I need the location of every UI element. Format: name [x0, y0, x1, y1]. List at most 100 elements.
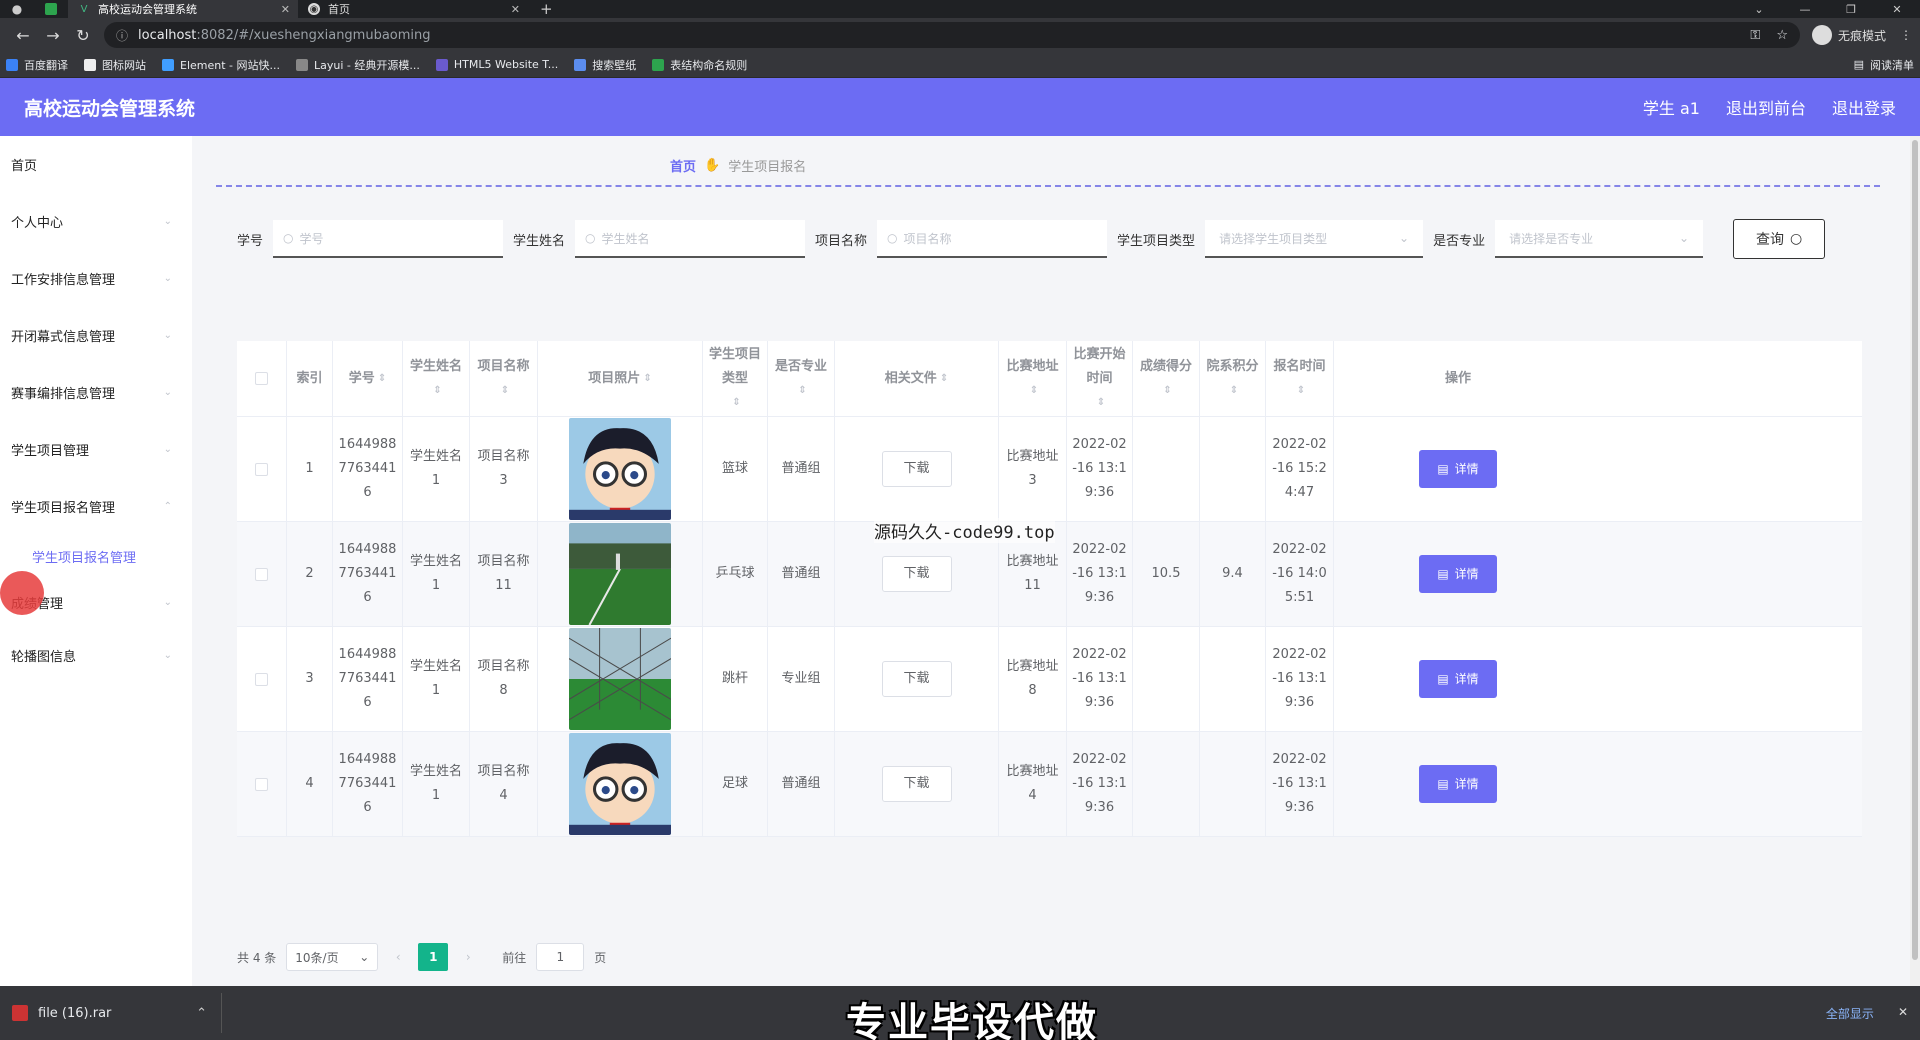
sort-icon[interactable]: ⇕	[501, 379, 509, 403]
detail-button[interactable]: ▤ 详情	[1419, 555, 1497, 593]
tab-home[interactable]: ◉ 首页 ✕	[298, 0, 528, 18]
student-name-input[interactable]: ○ 学生姓名	[575, 220, 806, 258]
breadcrumb-home[interactable]: 首页	[670, 156, 696, 175]
forward-icon[interactable]: →	[38, 26, 68, 45]
logout-link[interactable]: 退出登录	[1832, 95, 1896, 119]
page-scrollbar[interactable]	[1910, 136, 1920, 986]
sort-icon[interactable]: ⇕	[1163, 379, 1171, 403]
sidebar-item-home[interactable]: 首页	[0, 136, 192, 193]
sort-icon[interactable]: ⇕	[940, 367, 948, 391]
url-field[interactable]: ⓘ localhost:8082/#/xueshengxiangmubaomin…	[104, 22, 1800, 48]
key-icon[interactable]: ⚿	[1750, 28, 1760, 43]
col-student-name[interactable]: 学生姓名 ⇕	[403, 341, 470, 416]
sort-icon[interactable]: ⇕	[643, 367, 651, 391]
detail-button[interactable]: ▤ 详情	[1419, 660, 1497, 698]
prev-page-icon[interactable]: ‹	[388, 950, 408, 964]
bookmark-item[interactable]: 图标网站	[84, 57, 146, 73]
sort-icon[interactable]: ⇕	[433, 379, 441, 403]
col-project-photo[interactable]: 项目照片 ⇕	[538, 341, 703, 416]
back-icon[interactable]: ←	[8, 26, 38, 45]
bookmark-item[interactable]: 表结构命名规则	[652, 57, 747, 73]
new-tab-button[interactable]: +	[528, 0, 565, 18]
sidebar-item-student-projects[interactable]: 学生项目管理 ⌄	[0, 421, 192, 478]
sidebar-subitem-signup-management[interactable]: 学生项目报名管理	[0, 535, 192, 577]
select-all-checkbox-cell[interactable]	[237, 341, 287, 416]
sidebar-item-ceremony[interactable]: 开闭幕式信息管理 ⌄	[0, 307, 192, 364]
download-button[interactable]: 下载	[881, 661, 952, 697]
sidebar-item-carousel[interactable]: 轮播图信息 ⌄	[0, 627, 192, 684]
chevron-up-icon[interactable]: ⌃	[196, 1006, 207, 1021]
sort-icon[interactable]: ⇕	[378, 367, 386, 391]
download-item[interactable]: file (16).rar ⌃	[12, 993, 222, 1033]
download-button[interactable]: 下载	[881, 451, 952, 487]
row-checkbox-cell[interactable]	[237, 417, 287, 521]
row-checkbox-cell[interactable]	[237, 627, 287, 731]
col-score[interactable]: 成绩得分 ⇕	[1133, 341, 1200, 416]
checkbox[interactable]	[255, 777, 268, 791]
show-all-downloads-link[interactable]: 全部显示	[1826, 1005, 1874, 1022]
sidebar-item-work-schedule[interactable]: 工作安排信息管理 ⌄	[0, 250, 192, 307]
col-start-time[interactable]: 比赛开始时间 ⇕	[1067, 341, 1133, 416]
bookmark-item[interactable]: Layui - 经典开源模...	[296, 57, 420, 73]
reload-icon[interactable]: ↻	[68, 26, 98, 45]
checkbox[interactable]	[255, 672, 268, 686]
checkbox[interactable]	[255, 372, 268, 385]
goto-page-input[interactable]: 1	[536, 943, 585, 971]
page-size-select[interactable]: 10条/页 ⌄	[286, 943, 379, 971]
project-photo[interactable]	[569, 628, 671, 730]
restore-button[interactable]: ❐	[1828, 3, 1874, 16]
col-project-name[interactable]: 项目名称 ⇕	[470, 341, 538, 416]
next-page-icon[interactable]: ›	[458, 950, 478, 964]
kebab-menu-icon[interactable]: ⋮	[1900, 28, 1912, 42]
star-icon[interactable]: ☆	[1776, 28, 1788, 43]
exit-to-frontend-link[interactable]: 退出到前台	[1726, 95, 1806, 119]
project-photo[interactable]	[569, 418, 671, 520]
col-points[interactable]: 院系积分 ⇕	[1200, 341, 1266, 416]
row-checkbox-cell[interactable]	[237, 522, 287, 626]
sort-icon[interactable]: ⇕	[1097, 391, 1105, 415]
sort-icon[interactable]: ⇕	[732, 391, 740, 415]
bookmark-item[interactable]: Element - 网站快...	[162, 57, 280, 73]
sort-icon[interactable]: ⇕	[798, 379, 806, 403]
sidebar-item-profile[interactable]: 个人中心 ⌄	[0, 193, 192, 250]
reading-list[interactable]: ▤ 阅读清单	[1854, 57, 1914, 73]
close-icon[interactable]: ✕	[1898, 1005, 1908, 1022]
checkbox[interactable]	[255, 567, 268, 581]
project-type-select[interactable]: 请选择学生项目类型 ⌄	[1205, 220, 1424, 258]
close-icon[interactable]: ✕	[511, 3, 520, 16]
tab-admin-system[interactable]: V 高校运动会管理系统 ✕	[68, 0, 298, 18]
sort-icon[interactable]: ⇕	[1297, 379, 1305, 403]
col-signup-time[interactable]: 报名时间 ⇕	[1266, 341, 1334, 416]
is-professional-select[interactable]: 请选择是否专业 ⌄	[1495, 220, 1704, 258]
sidebar-item-project-signup[interactable]: 学生项目报名管理 ⌃	[0, 478, 192, 535]
bookmark-item[interactable]: 百度翻译	[6, 57, 68, 73]
checkbox[interactable]	[255, 462, 268, 476]
project-photo[interactable]	[569, 523, 671, 625]
minimize-button[interactable]: —	[1782, 3, 1828, 16]
window-close-button[interactable]: ✕	[1874, 3, 1920, 16]
scrollbar-thumb[interactable]	[1912, 140, 1918, 960]
close-icon[interactable]: ✕	[281, 3, 290, 16]
page-number-active[interactable]: 1	[418, 943, 449, 971]
query-button[interactable]: 查询 ○	[1733, 219, 1826, 259]
detail-button[interactable]: ▤ 详情	[1419, 765, 1497, 803]
bookmark-item[interactable]: 搜索壁纸	[574, 57, 636, 73]
col-related-files[interactable]: 相关文件 ⇕	[835, 341, 999, 416]
col-is-professional[interactable]: 是否专业 ⇕	[768, 341, 835, 416]
sort-icon[interactable]: ⇕	[1030, 379, 1038, 403]
incognito-indicator[interactable]: 无痕模式	[1811, 25, 1886, 45]
browser-menu-icon[interactable]: ●	[0, 0, 34, 18]
download-button[interactable]: 下载	[881, 766, 952, 802]
project-photo[interactable]	[569, 733, 671, 835]
tab-search-icon[interactable]: ⌄	[1736, 3, 1782, 16]
col-student-no[interactable]: 学号 ⇕	[333, 341, 403, 416]
detail-button[interactable]: ▤ 详情	[1419, 450, 1497, 488]
col-project-type[interactable]: 学生项目类型 ⇕	[703, 341, 768, 416]
bookmark-item[interactable]: HTML5 Website T...	[435, 58, 558, 71]
sidebar-item-event-arrangement[interactable]: 赛事编排信息管理 ⌄	[0, 364, 192, 421]
project-name-input[interactable]: ○ 项目名称	[877, 220, 1108, 258]
info-icon[interactable]: ⓘ	[116, 27, 128, 44]
sort-icon[interactable]: ⇕	[1230, 379, 1238, 403]
download-button[interactable]: 下载	[881, 556, 952, 592]
student-no-input[interactable]: ○ 学号	[273, 220, 504, 258]
